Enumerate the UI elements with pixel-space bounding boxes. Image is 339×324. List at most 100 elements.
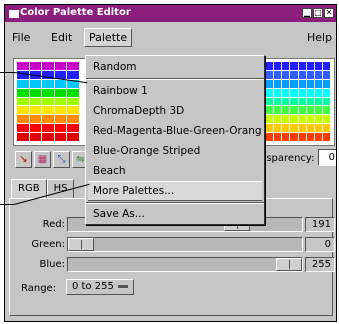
menu-item-save-as[interactable]: Save As...	[88, 204, 262, 224]
palette-cell[interactable]	[274, 124, 282, 133]
palette-cell[interactable]	[290, 124, 298, 133]
palette-cell[interactable]	[42, 124, 54, 133]
menu-item-more-palettes[interactable]: More Palettes...	[88, 181, 262, 201]
palette-cell[interactable]	[322, 88, 330, 97]
palette-cell[interactable]	[266, 88, 274, 97]
blue-value[interactable]: 255	[305, 257, 335, 272]
close-icon[interactable]: ✕	[324, 8, 334, 18]
palette-cell[interactable]	[67, 133, 79, 141]
palette-cell[interactable]	[282, 88, 290, 97]
palette-cell[interactable]	[314, 88, 322, 97]
palette-cell[interactable]	[54, 106, 67, 115]
menu-item-rainbow-1[interactable]: Rainbow 1	[88, 81, 262, 101]
palette-cell[interactable]	[274, 79, 282, 88]
palette-cell[interactable]	[274, 106, 282, 115]
palette-cell[interactable]	[266, 97, 274, 106]
palette-cell[interactable]	[54, 115, 67, 124]
palette-cell[interactable]	[322, 106, 330, 115]
palette-cell[interactable]	[306, 133, 314, 141]
palette-cell[interactable]	[29, 79, 42, 88]
palette-cell[interactable]	[314, 70, 322, 79]
palette-cell[interactable]	[282, 62, 290, 70]
palette-cell[interactable]	[306, 97, 314, 106]
red-value[interactable]: 191	[305, 217, 335, 232]
palette-cell[interactable]	[54, 133, 67, 141]
palette-cell[interactable]	[282, 70, 290, 79]
palette-cell[interactable]	[322, 115, 330, 124]
palette-cell[interactable]	[67, 115, 79, 124]
palette-cell[interactable]	[314, 124, 322, 133]
palette-cell[interactable]	[42, 106, 54, 115]
palette-cell[interactable]	[274, 62, 282, 70]
palette-cell[interactable]	[29, 88, 42, 97]
palette-cell[interactable]	[298, 106, 306, 115]
transparency-input[interactable]: 0	[318, 149, 336, 166]
palette-cell[interactable]	[298, 88, 306, 97]
range-select[interactable]: 0 to 255	[66, 279, 134, 295]
palette-cell[interactable]	[266, 115, 274, 124]
palette-cell[interactable]	[67, 97, 79, 106]
palette-cell[interactable]	[290, 97, 298, 106]
palette-cell[interactable]	[17, 124, 29, 133]
palette-cell[interactable]	[266, 133, 274, 141]
minimize-icon[interactable]: ▁	[302, 8, 312, 18]
palette-cell[interactable]	[17, 62, 29, 70]
palette-cell[interactable]	[306, 106, 314, 115]
palette-cell[interactable]	[322, 133, 330, 141]
palette-cell[interactable]	[322, 70, 330, 79]
palette-cell[interactable]	[266, 62, 274, 70]
interpolate-icon[interactable]: ⤡	[53, 151, 70, 168]
palette-cell[interactable]	[29, 97, 42, 106]
palette-cell[interactable]	[306, 79, 314, 88]
menu-item-chromadepth-3d[interactable]: ChromaDepth 3D	[88, 101, 262, 121]
palette-cell[interactable]	[266, 106, 274, 115]
palette-cell[interactable]	[290, 70, 298, 79]
palette-cell[interactable]	[314, 97, 322, 106]
palette-cell[interactable]	[298, 70, 306, 79]
palette-cell[interactable]	[42, 88, 54, 97]
palette-cell[interactable]	[42, 97, 54, 106]
palette-cell[interactable]	[54, 88, 67, 97]
palette-cell[interactable]	[322, 79, 330, 88]
palette-cell[interactable]	[274, 70, 282, 79]
palette-cell[interactable]	[274, 115, 282, 124]
maximize-icon[interactable]: □	[313, 8, 323, 18]
palette-cell[interactable]	[54, 124, 67, 133]
palette-cell[interactable]	[67, 70, 79, 79]
palette-cell[interactable]	[322, 97, 330, 106]
palette-cell[interactable]	[298, 62, 306, 70]
spread-icon[interactable]: ▦	[34, 151, 51, 168]
palette-cell[interactable]	[29, 106, 42, 115]
palette-cell[interactable]	[274, 97, 282, 106]
menu-item-blue-orange-striped[interactable]: Blue-Orange Striped	[88, 141, 262, 161]
palette-cell[interactable]	[29, 115, 42, 124]
palette-cell[interactable]	[67, 88, 79, 97]
palette-cell[interactable]	[266, 70, 274, 79]
palette-cell[interactable]	[282, 115, 290, 124]
palette-cell[interactable]	[306, 88, 314, 97]
palette-cell[interactable]	[17, 133, 29, 141]
pick-color-icon[interactable]: ↘	[15, 151, 32, 168]
palette-cell[interactable]	[306, 115, 314, 124]
palette-cell[interactable]	[282, 79, 290, 88]
palette-cell[interactable]	[314, 115, 322, 124]
menu-palette[interactable]: Palette	[84, 28, 133, 47]
palette-cell[interactable]	[290, 133, 298, 141]
palette-cell[interactable]	[314, 106, 322, 115]
menu-item-beach[interactable]: Beach	[88, 161, 262, 181]
palette-cell[interactable]	[306, 62, 314, 70]
palette-cell[interactable]	[67, 106, 79, 115]
palette-cell[interactable]	[322, 62, 330, 70]
palette-cell[interactable]	[298, 97, 306, 106]
palette-cell[interactable]	[282, 124, 290, 133]
palette-cell[interactable]	[42, 62, 54, 70]
palette-cell[interactable]	[298, 124, 306, 133]
palette-cell[interactable]	[290, 62, 298, 70]
palette-cell[interactable]	[42, 133, 54, 141]
palette-cell[interactable]	[266, 124, 274, 133]
menu-item-red-magenta-blue-green-orange[interactable]: Red-Magenta-Blue-Green-Orange	[88, 121, 262, 141]
palette-cell[interactable]	[67, 124, 79, 133]
palette-cell[interactable]	[282, 97, 290, 106]
palette-cell[interactable]	[29, 124, 42, 133]
palette-cell[interactable]	[290, 115, 298, 124]
